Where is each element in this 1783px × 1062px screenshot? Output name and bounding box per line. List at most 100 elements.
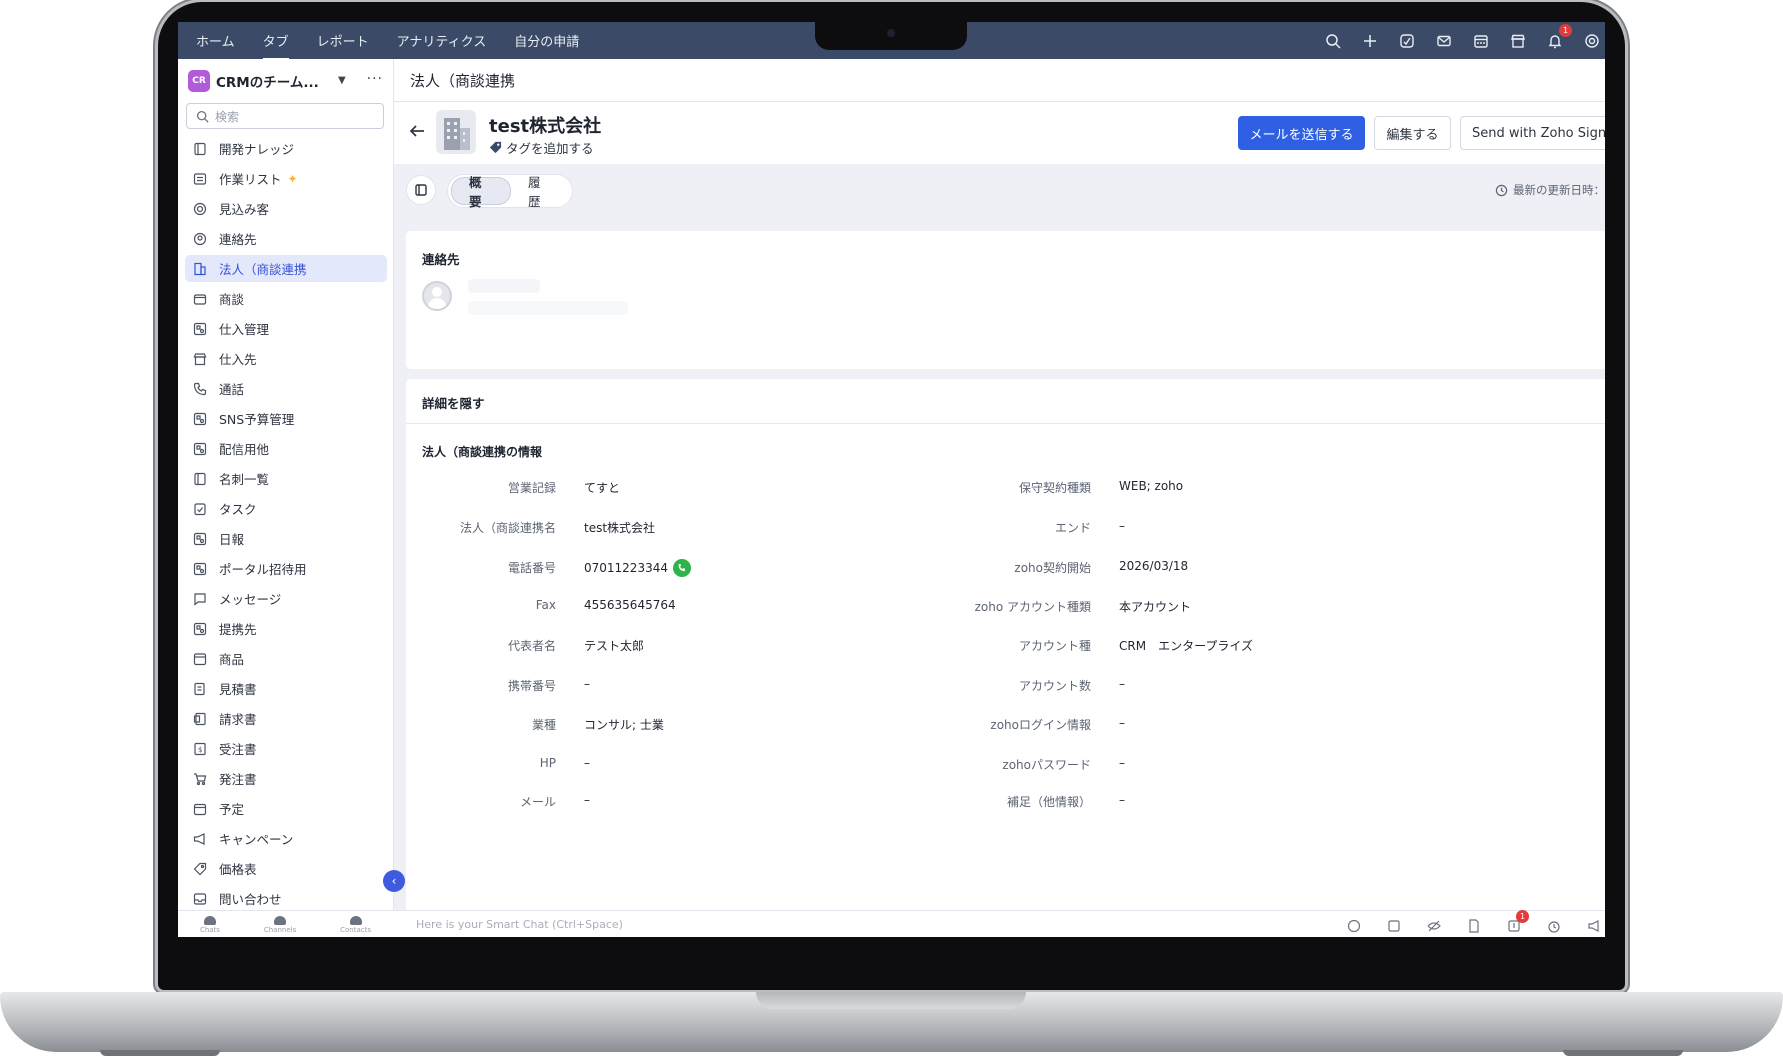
breadcrumb[interactable]: 法人（商談連携 <box>410 70 515 91</box>
module-icon <box>193 322 207 336</box>
channels-tab[interactable]: Channels <box>264 915 296 934</box>
field-value[interactable]: – <box>1119 793 1125 807</box>
alarm-icon[interactable] <box>1547 918 1561 933</box>
marketplace-icon[interactable] <box>1509 32 1527 50</box>
tab-history[interactable]: 履歴 <box>511 175 569 209</box>
hide-details-toggle[interactable]: 詳細を隠す <box>422 393 485 412</box>
megaphone-icon <box>193 832 207 846</box>
sidebar-item-label: 配信用他 <box>219 442 270 457</box>
sidebar: CR CRMのチーム... ▼ ··· 検索 開発ナレッジ作業リスト ✦ 見込み客連… <box>178 59 394 910</box>
sidebar-item[interactable]: 見積書 <box>185 675 387 702</box>
contact-avatar[interactable] <box>422 281 452 311</box>
sidebar-item[interactable]: $ 受注書 <box>185 735 387 762</box>
detail-field: 補足（他情報） – <box>406 793 1125 811</box>
sidebar-item[interactable]: 問い合わせ <box>185 885 387 912</box>
sidebar-item-label: 法人（商談連携 <box>219 262 307 277</box>
sidebar-item[interactable]: 通話 <box>185 375 387 402</box>
sidebar-item-label: 開発ナレッジ <box>219 142 295 157</box>
camera-notch <box>815 20 967 50</box>
sidebar-item[interactable]: 作業リスト ✦ <box>185 165 387 192</box>
plus-icon[interactable] <box>1361 32 1379 50</box>
sidebar-item[interactable]: メッセージ <box>185 585 387 612</box>
activity-icon[interactable] <box>1398 32 1416 50</box>
send-with-zoho-sign-button[interactable]: Send with Zoho Sign ▼ <box>1460 116 1605 150</box>
sidebar-item[interactable]: ポータル招待用 <box>185 555 387 582</box>
field-value[interactable]: – <box>1119 677 1125 691</box>
screen-share-icon[interactable] <box>1387 918 1401 932</box>
smart-chat-input[interactable]: Here is your Smart Chat (Ctrl+Space) <box>416 918 623 931</box>
detail-field: zohoログイン情報 – <box>406 716 1125 734</box>
sidebar-item[interactable]: キャンペーン <box>185 825 387 852</box>
toggle-panel-icon[interactable] <box>406 175 436 205</box>
sidebar-item[interactable]: 商談 <box>185 285 387 312</box>
field-value[interactable]: – <box>1119 716 1125 730</box>
add-tag-link[interactable]: タグを追加する <box>489 138 594 157</box>
laptop-foot <box>1563 1050 1683 1056</box>
back-arrow-icon[interactable] <box>408 122 426 140</box>
box-icon <box>193 652 207 666</box>
field-value[interactable]: – <box>1119 756 1125 770</box>
mail-icon[interactable] <box>1435 32 1453 50</box>
sparkle-icon: ✦ <box>287 171 298 186</box>
field-value[interactable]: WEB; zoho <box>1119 479 1183 493</box>
collapse-sidebar-button[interactable]: ‹ <box>383 870 405 892</box>
sidebar-item[interactable]: 連絡先 <box>185 225 387 252</box>
more-icon[interactable]: ··· <box>367 71 383 87</box>
search-placeholder: 検索 <box>215 109 240 124</box>
sidebar-item[interactable]: 発注書 <box>185 765 387 792</box>
module-icon <box>193 412 207 426</box>
sidebar-item[interactable]: 日報 <box>185 525 387 552</box>
sidebar-item[interactable]: 仕入先 <box>185 345 387 372</box>
sidebar-item[interactable]: 予定 <box>185 795 387 822</box>
sidebar-item[interactable]: 価格表 <box>185 855 387 882</box>
whatsapp-icon[interactable] <box>1347 918 1361 932</box>
settings-icon[interactable] <box>1583 32 1601 50</box>
record-tabbar: 概要 履歴 最新の更新日時： <box>394 164 1605 220</box>
notebook-icon <box>193 142 207 156</box>
bell-icon[interactable]: 1 <box>1546 23 1572 50</box>
chevron-down-icon[interactable]: ▼ <box>338 75 346 86</box>
clock-icon <box>1495 184 1508 196</box>
sidebar-item[interactable]: 仕入管理 <box>185 315 387 342</box>
search-input[interactable]: 検索 <box>186 103 384 129</box>
channels-icon <box>274 915 287 925</box>
field-value-text: – <box>1119 677 1125 691</box>
hide-icon[interactable] <box>1427 918 1441 932</box>
sidebar-item[interactable]: 法人（商談連携 <box>185 255 387 282</box>
send-email-button[interactable]: メールを送信する <box>1238 116 1365 150</box>
tab-overview[interactable]: 概要 <box>451 175 511 209</box>
screen: ホーム タブ レポート アナリティクス 自分の申請 1 CR CRMのチーム..… <box>178 22 1605 937</box>
calendar-icon[interactable] <box>1472 32 1490 50</box>
document-icon[interactable] <box>1467 918 1481 933</box>
chats-tab[interactable]: Chats <box>200 915 220 934</box>
field-value[interactable]: 本アカウント <box>1119 598 1191 615</box>
workspace-switcher[interactable]: CR CRMのチーム... ▼ ··· <box>188 69 383 93</box>
nav-home[interactable]: ホーム <box>196 31 235 50</box>
field-value[interactable]: – <box>1119 519 1125 533</box>
sidebar-item[interactable]: 商品 <box>185 645 387 672</box>
field-value[interactable]: 2026/03/18 <box>1119 559 1188 573</box>
download-icon[interactable]: 1 <box>1507 909 1529 932</box>
sidebar-item[interactable]: タスク <box>185 495 387 522</box>
nav-reports[interactable]: レポート <box>317 31 369 50</box>
search-icon <box>196 110 209 123</box>
details-header: 詳細を隠す <box>406 379 1605 424</box>
sidebar-item-label: 受注書 <box>219 742 257 757</box>
contacts-tab[interactable]: Contacts <box>340 915 371 934</box>
search-icon[interactable] <box>1324 32 1342 50</box>
nav-tabs[interactable]: タブ <box>262 31 289 60</box>
announcement-icon[interactable] <box>1587 918 1601 932</box>
contacts-card: 連絡先 <box>406 231 1605 369</box>
sidebar-item[interactable]: 開発ナレッジ <box>185 135 387 162</box>
field-value[interactable]: CRM エンタープライズ <box>1119 637 1253 654</box>
sidebar-item[interactable]: 見込み客 <box>185 195 387 222</box>
sidebar-item[interactable]: 名刺一覧 <box>185 465 387 492</box>
sidebar-item[interactable]: 提携先 <box>185 615 387 642</box>
edit-button[interactable]: 編集する <box>1374 116 1451 150</box>
record-title: test株式会社 <box>489 116 602 137</box>
nav-analytics[interactable]: アナリティクス <box>397 31 487 50</box>
nav-my-requests[interactable]: 自分の申請 <box>514 31 579 50</box>
sidebar-item[interactable]: 請求書 <box>185 705 387 732</box>
sidebar-item[interactable]: 配信用他 <box>185 435 387 462</box>
sidebar-item[interactable]: SNS予算管理 <box>185 405 387 432</box>
